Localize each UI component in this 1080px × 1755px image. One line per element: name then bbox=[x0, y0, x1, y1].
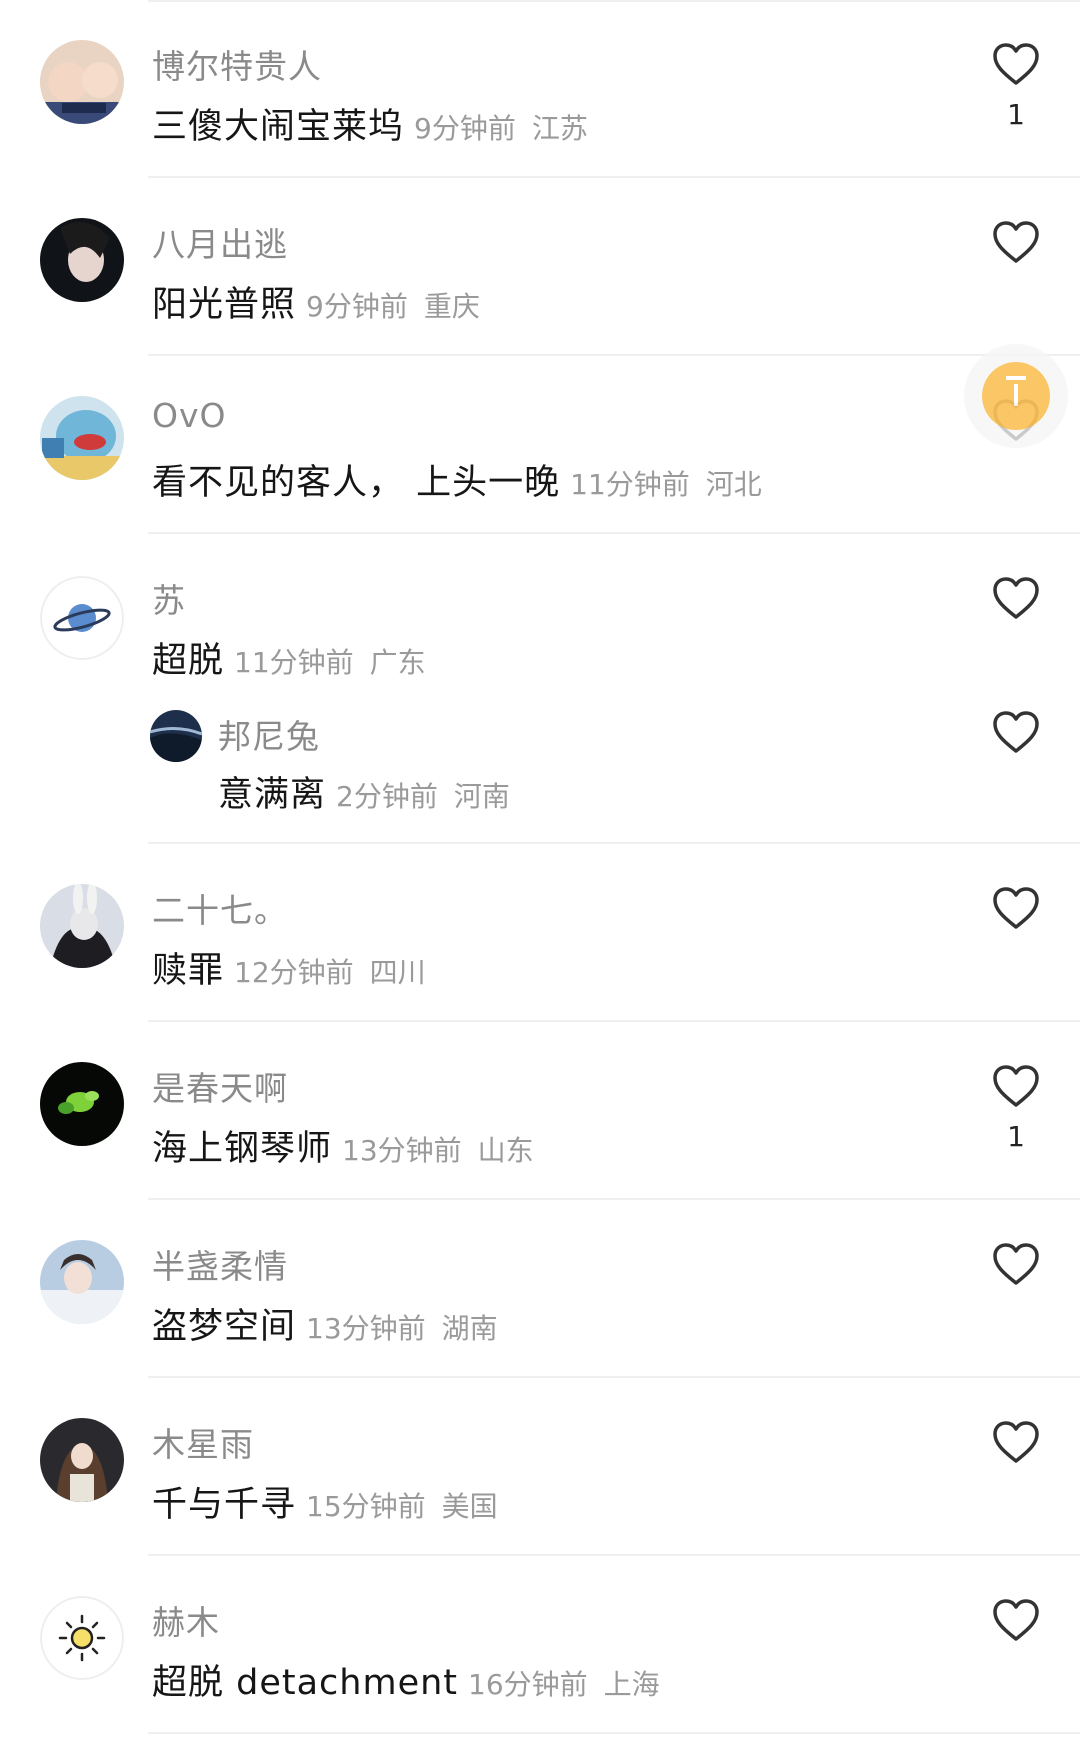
arrow-up-icon bbox=[1014, 384, 1018, 406]
divider bbox=[148, 1732, 1080, 1734]
timestamp: 16分钟前 bbox=[468, 1668, 588, 1701]
timestamp: 13分钟前 bbox=[306, 1312, 426, 1345]
avatar[interactable] bbox=[40, 218, 124, 302]
heart-outline-icon bbox=[993, 887, 1039, 929]
timestamp: 12分钟前 bbox=[234, 956, 354, 989]
comment-text[interactable]: 看不见的客人， 上头一晚 bbox=[152, 463, 560, 503]
ip-region: 山东 bbox=[477, 1134, 534, 1167]
reply-text[interactable]: 意满离 bbox=[218, 775, 326, 815]
reply-line: 意满离 2分钟前 河南 bbox=[218, 766, 510, 817]
heart-outline-icon bbox=[993, 1421, 1039, 1463]
comment-line: 海上钢琴师 13分钟前 山东 bbox=[152, 1120, 534, 1171]
like-button[interactable] bbox=[992, 886, 1040, 930]
timestamp: 9分钟前 bbox=[306, 290, 408, 323]
comment-line: 超脱 11分钟前 广东 bbox=[152, 632, 426, 683]
back-to-top-icon bbox=[1006, 376, 1026, 380]
like-button[interactable] bbox=[992, 1420, 1040, 1464]
comment-line: 三傻大闹宝莱坞 9分钟前 江苏 bbox=[152, 98, 588, 149]
comment-row: 苏 超脱 11分钟前 广东 邦尼兔 意满离 2分钟前 河南 bbox=[0, 534, 1080, 844]
username[interactable]: 二十七。 bbox=[152, 884, 288, 932]
avatar[interactable] bbox=[40, 1418, 124, 1502]
comment-row: 半盏柔情 盗梦空间 13分钟前 湖南 bbox=[0, 1200, 1080, 1378]
like-button[interactable] bbox=[992, 1242, 1040, 1286]
reply-username[interactable]: 邦尼兔 bbox=[218, 710, 320, 758]
comment-row: 是春天啊 海上钢琴师 13分钟前 山东 1 bbox=[0, 1022, 1080, 1200]
like-button[interactable] bbox=[992, 42, 1040, 86]
ip-region: 广东 bbox=[369, 646, 426, 679]
like-button[interactable] bbox=[992, 1064, 1040, 1108]
avatar[interactable] bbox=[40, 1062, 124, 1146]
like-count: 1 bbox=[1007, 98, 1025, 131]
ip-region: 河北 bbox=[705, 468, 762, 501]
comment-row: 赫木 超脱 detachment 16分钟前 上海 bbox=[0, 1556, 1080, 1734]
comment-text[interactable]: 三傻大闹宝莱坞 bbox=[152, 107, 404, 147]
username[interactable]: 八月出逃 bbox=[152, 218, 288, 266]
username[interactable]: 博尔特贵人 bbox=[152, 40, 322, 88]
username[interactable]: OvO bbox=[152, 396, 226, 435]
ip-region: 上海 bbox=[603, 1668, 660, 1701]
avatar[interactable] bbox=[40, 576, 124, 660]
heart-outline-icon bbox=[993, 711, 1039, 753]
heart-outline-icon bbox=[993, 1599, 1039, 1641]
avatar[interactable] bbox=[40, 884, 124, 968]
comment-line: 千与千寻 15分钟前 美国 bbox=[152, 1476, 498, 1527]
comment-text[interactable]: 千与千寻 bbox=[152, 1485, 296, 1525]
ip-region: 河南 bbox=[453, 780, 510, 813]
comment-line: 看不见的客人， 上头一晚 11分钟前 河北 bbox=[152, 454, 762, 505]
comment-line: 盗梦空间 13分钟前 湖南 bbox=[152, 1298, 498, 1349]
comment-row: 二十七。 赎罪 12分钟前 四川 bbox=[0, 844, 1080, 1022]
heart-outline-icon bbox=[993, 43, 1039, 85]
like-button[interactable] bbox=[992, 576, 1040, 620]
ip-region: 四川 bbox=[369, 956, 426, 989]
comment-row: OvO 看不见的客人， 上头一晚 11分钟前 河北 bbox=[0, 356, 1080, 534]
heart-outline-icon bbox=[993, 577, 1039, 619]
like-count: 1 bbox=[1007, 1120, 1025, 1153]
username[interactable]: 是春天啊 bbox=[152, 1062, 288, 1110]
timestamp: 11分钟前 bbox=[234, 646, 354, 679]
ip-region: 重庆 bbox=[423, 290, 480, 323]
timestamp: 13分钟前 bbox=[342, 1134, 462, 1167]
reply-avatar[interactable] bbox=[150, 710, 202, 762]
avatar[interactable] bbox=[40, 1596, 124, 1680]
timestamp: 9分钟前 bbox=[414, 112, 516, 145]
comment-row: 木星雨 千与千寻 15分钟前 美国 bbox=[0, 1378, 1080, 1556]
avatar[interactable] bbox=[40, 40, 124, 124]
comment-row: 博尔特贵人 三傻大闹宝莱坞 9分钟前 江苏 1 bbox=[0, 0, 1080, 178]
comment-text[interactable]: 海上钢琴师 bbox=[152, 1129, 332, 1169]
ip-region: 美国 bbox=[441, 1490, 498, 1523]
avatar[interactable] bbox=[40, 396, 124, 480]
heart-outline-icon bbox=[993, 1065, 1039, 1107]
timestamp: 2分钟前 bbox=[336, 780, 438, 813]
like-button[interactable] bbox=[992, 1598, 1040, 1642]
comment-text[interactable]: 赎罪 bbox=[152, 951, 224, 991]
comment-text[interactable]: 超脱 bbox=[152, 641, 224, 681]
comment-list: 博尔特贵人 三傻大闹宝莱坞 9分钟前 江苏 1 八月出逃 阳光普照 9分钟前 重庆 bbox=[0, 0, 1080, 1755]
ip-region: 湖南 bbox=[441, 1312, 498, 1345]
like-button[interactable] bbox=[992, 220, 1040, 264]
timestamp: 11分钟前 bbox=[570, 468, 690, 501]
comment-line: 超脱 detachment 16分钟前 上海 bbox=[152, 1654, 660, 1705]
heart-outline-icon bbox=[993, 221, 1039, 263]
timestamp: 15分钟前 bbox=[306, 1490, 426, 1523]
ip-region: 江苏 bbox=[531, 112, 588, 145]
comment-text[interactable]: 盗梦空间 bbox=[152, 1307, 296, 1347]
avatar[interactable] bbox=[40, 1240, 124, 1324]
comment-row: 八月出逃 阳光普照 9分钟前 重庆 bbox=[0, 178, 1080, 356]
heart-outline-icon bbox=[993, 1243, 1039, 1285]
back-to-top-button[interactable] bbox=[982, 362, 1050, 430]
comment-text[interactable]: 超脱 detachment bbox=[152, 1663, 458, 1703]
comment-line: 赎罪 12分钟前 四川 bbox=[152, 942, 426, 993]
username[interactable]: 赫木 bbox=[152, 1596, 220, 1644]
username[interactable]: 苏 bbox=[152, 574, 186, 622]
reply-like-button[interactable] bbox=[992, 710, 1040, 754]
username[interactable]: 木星雨 bbox=[152, 1418, 254, 1466]
username[interactable]: 半盏柔情 bbox=[152, 1240, 288, 1288]
comment-line: 阳光普照 9分钟前 重庆 bbox=[152, 276, 480, 327]
comment-text[interactable]: 阳光普照 bbox=[152, 285, 296, 325]
